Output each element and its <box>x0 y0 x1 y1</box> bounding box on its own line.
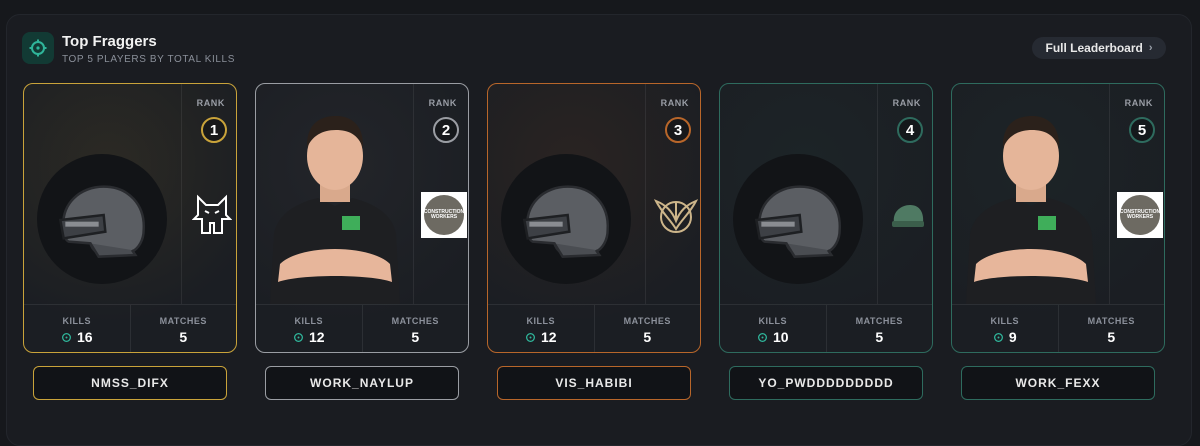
chevron-right-icon: › <box>1148 42 1153 54</box>
matches-label: MATCHES <box>855 316 903 326</box>
player-name-button[interactable]: WORK_NAYLUP <box>265 366 459 400</box>
rank-column: RANK 2 CONSTRUCTION WORKERS <box>413 84 468 304</box>
kills-stat: KILLS 16 <box>24 305 130 352</box>
section-subtitle: TOP 5 PLAYERS BY TOTAL KILLS <box>62 54 235 65</box>
player-photo <box>256 84 413 304</box>
crosshair-icon <box>61 332 71 342</box>
rank-badge: 3 <box>665 117 691 143</box>
player-card-2[interactable]: RANK 2 CONSTRUCTION WORKERS KILLS 12 MATCHES 5 <box>255 83 469 353</box>
matches-stat: MATCHES 5 <box>1057 305 1165 352</box>
construction-workers-logo: CONSTRUCTION WORKERS <box>1117 192 1163 238</box>
kills-value: 9 <box>1008 329 1017 345</box>
player-card-4[interactable]: RANK 4 KILLS 10 MATCHES 5 <box>719 83 933 353</box>
team-logo: CONSTRUCTION WORKERS <box>421 192 467 238</box>
matches-stat: MATCHES 5 <box>593 305 701 352</box>
player-name-button[interactable]: NMSS_DIFX <box>33 366 227 400</box>
matches-value: 5 <box>1107 329 1116 345</box>
player-name-button[interactable]: YO_PWDDDDDDDDD <box>729 366 923 400</box>
player-stats: KILLS 9 MATCHES 5 <box>952 304 1165 352</box>
full-leaderboard-label: Full Leaderboard <box>1045 41 1143 55</box>
crosshair-icon <box>525 332 535 342</box>
matches-label: MATCHES <box>1087 316 1135 326</box>
kills-value: 16 <box>76 329 93 345</box>
rank-column: RANK 4 <box>877 84 932 304</box>
player-stats: KILLS 10 MATCHES 5 <box>720 304 933 352</box>
player-card-5[interactable]: RANK 5 CONSTRUCTION WORKERS KILLS 9 MATCHES 5 <box>951 83 1165 353</box>
team-logo <box>885 192 931 238</box>
matches-value: 5 <box>179 329 188 345</box>
kills-value: 12 <box>308 329 325 345</box>
matches-stat: MATCHES 5 <box>361 305 469 352</box>
player-card-1[interactable]: RANK 1 KILLS 16 MATCHES 5 <box>23 83 237 353</box>
player-photo <box>952 84 1109 304</box>
player-name-button[interactable]: WORK_FEXX <box>961 366 1155 400</box>
team-logo <box>189 192 235 238</box>
team-logo <box>653 192 699 238</box>
matches-label: MATCHES <box>623 316 671 326</box>
matches-value: 5 <box>643 329 652 345</box>
rank-column: RANK 1 <box>181 84 236 304</box>
matches-label: MATCHES <box>159 316 207 326</box>
matches-label: MATCHES <box>391 316 439 326</box>
matches-value: 5 <box>875 329 884 345</box>
rank-badge: 5 <box>1129 117 1155 143</box>
kills-value: 12 <box>540 329 557 345</box>
kills-label: KILLS <box>294 316 323 326</box>
kills-stat: KILLS 12 <box>256 305 362 352</box>
crosshair-icon <box>757 332 767 342</box>
matches-stat: MATCHES 5 <box>825 305 933 352</box>
matches-stat: MATCHES 5 <box>129 305 237 352</box>
player-avatar-placeholder <box>24 84 181 304</box>
crosshair-icon <box>22 32 54 64</box>
rank-badge: 1 <box>201 117 227 143</box>
construction-workers-logo: CONSTRUCTION WORKERS <box>421 192 467 238</box>
matches-value: 5 <box>411 329 420 345</box>
rank-badge: 2 <box>433 117 459 143</box>
kills-value: 10 <box>772 329 789 345</box>
crosshair-icon <box>293 332 303 342</box>
kills-stat: KILLS 12 <box>488 305 594 352</box>
rank-label: RANK <box>660 98 689 108</box>
rank-label: RANK <box>428 98 457 108</box>
rank-badge: 4 <box>897 117 923 143</box>
rank-label: RANK <box>892 98 921 108</box>
kills-stat: KILLS 9 <box>952 305 1058 352</box>
player-name-button[interactable]: VIS_HABIBI <box>497 366 691 400</box>
player-stats: KILLS 12 MATCHES 5 <box>488 304 701 352</box>
player-avatar-placeholder <box>488 84 645 304</box>
kills-label: KILLS <box>758 316 787 326</box>
full-leaderboard-button[interactable]: Full Leaderboard › <box>1032 37 1166 59</box>
rank-label: RANK <box>196 98 225 108</box>
kills-label: KILLS <box>526 316 555 326</box>
player-avatar-placeholder <box>720 84 877 304</box>
team-logo: CONSTRUCTION WORKERS <box>1117 192 1163 238</box>
rank-label: RANK <box>1124 98 1153 108</box>
kills-label: KILLS <box>62 316 91 326</box>
rank-column: RANK 3 <box>645 84 700 304</box>
kills-label: KILLS <box>990 316 1019 326</box>
crosshair-icon <box>993 332 1003 342</box>
rank-column: RANK 5 CONSTRUCTION WORKERS <box>1109 84 1164 304</box>
player-stats: KILLS 12 MATCHES 5 <box>256 304 469 352</box>
player-stats: KILLS 16 MATCHES 5 <box>24 304 237 352</box>
player-card-3[interactable]: RANK 3 KILLS 12 MATCHES 5 <box>487 83 701 353</box>
section-title: Top Fraggers <box>62 33 157 50</box>
kills-stat: KILLS 10 <box>720 305 826 352</box>
